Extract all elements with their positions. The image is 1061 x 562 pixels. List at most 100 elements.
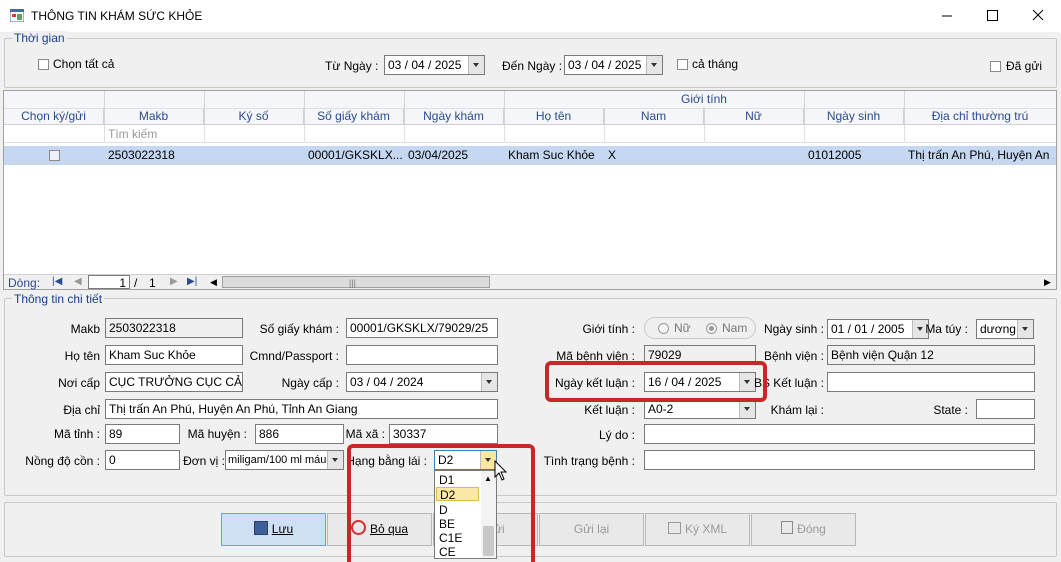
donvi-label: Đơn vị :	[183, 454, 225, 468]
noicap-field[interactable]: CỤC TRƯỞNG CỤC CẢNH	[105, 372, 243, 392]
sign-xml-button[interactable]: Ký XML	[645, 513, 750, 546]
nam-label: Nam	[722, 321, 748, 335]
mahuyen-field[interactable]: 886	[255, 424, 344, 444]
calendar-dropdown-icon[interactable]	[468, 56, 484, 74]
gioitinh-radio-group: Nữ Nam	[644, 317, 756, 339]
highlight-hang-bang-lai	[347, 444, 535, 562]
ketluan-select[interactable]: A0-2	[644, 399, 756, 419]
detail-group-label: Thông tin chi tiết	[12, 292, 105, 306]
ngaycap-label: Ngày cấp :	[281, 376, 339, 390]
da-gui-label: Đã gửi	[1006, 59, 1043, 73]
scroll-left-icon[interactable]: ◀	[210, 275, 217, 289]
tinhtrangbenh-field[interactable]	[644, 450, 1035, 470]
cmnd-field[interactable]	[346, 345, 498, 365]
scroll-grip: |||	[349, 278, 357, 288]
thoigian-group-label: Thời gian	[12, 31, 67, 45]
calendar-dropdown-icon[interactable]	[481, 373, 497, 391]
next-page-icon[interactable]: ▶	[170, 275, 178, 289]
ngaycap-picker[interactable]: 03 / 04 / 2024	[346, 372, 498, 392]
da-gui-checkbox[interactable]	[990, 61, 1001, 72]
first-page-icon[interactable]: |◀	[52, 275, 62, 289]
minimize-button[interactable]	[924, 0, 970, 32]
col-ngaykham[interactable]: Ngày khám	[404, 108, 504, 125]
cell-makb: 2503022318	[108, 148, 175, 162]
ngaycap-value: 03 / 04 / 2024	[350, 375, 424, 389]
ngaysinh-picker[interactable]: 01 / 01 / 2005	[827, 319, 929, 339]
cell-ngaysinh: 01012005	[808, 148, 862, 162]
maximize-button[interactable]	[970, 0, 1016, 32]
hoten-label: Họ tên	[64, 349, 100, 363]
page-number-input[interactable]: 1	[88, 275, 130, 290]
tu-ngay-value: 03 / 04 / 2025	[388, 58, 462, 72]
scroll-right-icon[interactable]: ▶	[1044, 275, 1051, 289]
row-select-checkbox[interactable]	[49, 150, 60, 161]
calendar-dropdown-icon[interactable]	[646, 56, 662, 74]
chevron-down-icon[interactable]	[327, 451, 343, 469]
last-page-icon[interactable]: ▶|	[187, 275, 197, 289]
pager-total: 1	[149, 276, 156, 290]
save-button[interactable]: Lưu	[221, 513, 326, 546]
resend-label: Gửi lại	[573, 522, 610, 536]
col-nu[interactable]: Nữ	[704, 108, 804, 125]
page-current: 1	[119, 276, 126, 290]
chevron-down-icon[interactable]	[1017, 320, 1033, 338]
save-label: Lưu	[271, 522, 294, 536]
filter-row: Tìm kiếm	[4, 125, 1056, 143]
maxa-field[interactable]: 30337	[389, 424, 498, 444]
nongdocon-field[interactable]: 0	[105, 450, 180, 470]
app-icon	[9, 8, 25, 23]
save-icon	[253, 521, 268, 535]
diachi-field[interactable]: Thị trấn An Phú, Huyện An Phú, Tỉnh An G…	[105, 399, 498, 419]
hoten-field[interactable]: Kham Suc Khỏe	[105, 345, 243, 365]
nam-radio[interactable]	[706, 323, 717, 334]
table-row[interactable]: 2503022318 00001/GKSKLX... 03/04/2025 Kh…	[4, 146, 1056, 165]
ketluan-value: A0-2	[648, 402, 674, 416]
noicap-label: Nơi cấp	[58, 376, 100, 390]
close-form-label: Đóng	[797, 522, 826, 536]
chon-tat-ca-checkbox[interactable]	[38, 59, 49, 70]
close-button[interactable]	[1016, 0, 1061, 32]
resend-button[interactable]: Gửi lại	[539, 513, 644, 546]
grid-pager: Dòng: |◀ ◀ 1 / 1 ▶ ▶| ◀ ||| ▶	[4, 274, 1056, 290]
den-ngay-picker[interactable]: 03 / 04 / 2025	[564, 55, 663, 75]
col-sogiay[interactable]: Số giấy khám	[304, 108, 404, 125]
col-nam[interactable]: Nam	[604, 108, 704, 125]
col-hoten[interactable]: Họ tên	[504, 108, 604, 125]
makb-field[interactable]: 2503022318	[105, 318, 243, 338]
cell-hoten: Kham Suc Khỏe	[508, 148, 595, 162]
pager-sep: /	[134, 276, 138, 290]
makb-search-input[interactable]: Tìm kiếm	[108, 125, 157, 143]
matinh-label: Mã tỉnh :	[53, 427, 100, 441]
donvi-select[interactable]: miligam/100 ml máu	[225, 450, 344, 470]
matinh-field[interactable]: 89	[105, 424, 180, 444]
col-diachi[interactable]: Địa chỉ thường trú	[904, 108, 1056, 125]
tu-ngay-picker[interactable]: 03 / 04 / 2025	[384, 55, 485, 75]
benhvien-field[interactable]: Bệnh viện Quận 12	[827, 345, 1035, 365]
data-grid: Giới tính Chọn ký/gửi Makb Ký số Số giấy…	[3, 90, 1057, 290]
lydo-field[interactable]	[644, 424, 1035, 444]
col-chon[interactable]: Chọn ký/gửi	[4, 108, 104, 125]
nu-radio[interactable]	[658, 323, 669, 334]
bsketluan-field[interactable]	[827, 372, 1035, 392]
horizontal-scrollbar-thumb[interactable]: |||	[222, 276, 490, 288]
ca-thang-checkbox[interactable]	[677, 59, 688, 70]
col-kyso[interactable]: Ký số	[204, 108, 304, 125]
close-form-button[interactable]: Đóng	[751, 513, 856, 546]
diachi-label: Địa chỉ	[63, 403, 100, 417]
ketluan-label: Kết luận :	[584, 403, 635, 417]
matuy-select[interactable]: dương tí	[976, 319, 1034, 339]
prev-page-icon[interactable]: ◀	[74, 275, 82, 289]
highlight-ngay-ket-luan	[545, 361, 767, 402]
col-ngaysinh[interactable]: Ngày sinh	[804, 108, 904, 125]
nongdocon-label: Nồng độ cồn :	[25, 454, 100, 468]
col-makb[interactable]: Makb	[104, 108, 204, 125]
chevron-down-icon[interactable]	[739, 400, 755, 418]
sogiaykham-field[interactable]: 00001/GKSKLX/79029/25	[346, 318, 498, 338]
matuy-label: Ma túy :	[925, 322, 968, 336]
cmnd-label: Cmnd/Passport :	[249, 349, 339, 363]
tu-ngay-label: Từ Ngày :	[325, 59, 379, 73]
state-field[interactable]	[976, 399, 1035, 419]
exit-icon	[781, 521, 794, 534]
state-label: State :	[933, 403, 968, 417]
mahuyen-label: Mã huyện :	[187, 427, 247, 441]
